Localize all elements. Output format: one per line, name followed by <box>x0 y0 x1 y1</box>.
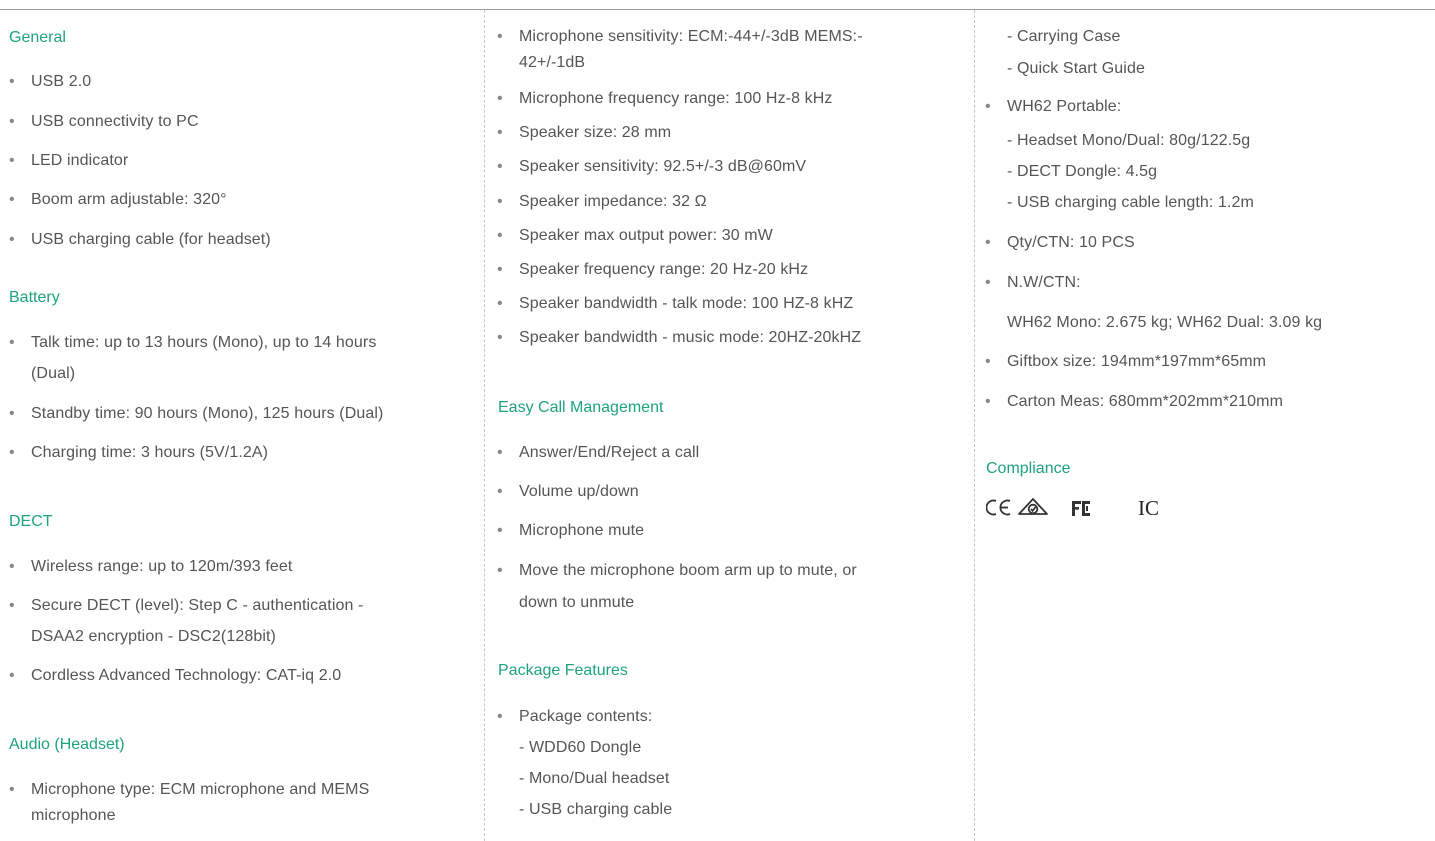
bullet: • <box>9 334 15 351</box>
bullet: • <box>497 28 503 45</box>
bullet: • <box>985 274 991 291</box>
spec-item-continuation: microphone <box>31 807 116 824</box>
spec-item-continuation: down to unmute <box>519 594 635 611</box>
compliance-marks: IC <box>985 495 1166 523</box>
sub-item: - Quick Start Guide <box>1007 60 1145 77</box>
bullet: • <box>985 353 991 370</box>
section-title-package: Package Features <box>498 662 628 679</box>
bullet: • <box>9 152 15 169</box>
bullet: • <box>9 113 15 130</box>
bullet: • <box>9 597 15 614</box>
bullet: • <box>497 444 503 461</box>
bullet: • <box>497 227 503 244</box>
bullet: • <box>9 405 15 422</box>
fcc-mark-icon <box>1072 501 1090 516</box>
sub-item: - USB charging cable length: 1.2m <box>1007 194 1254 211</box>
bullet: • <box>9 73 15 90</box>
spec-item-continuation: 42+/-1dB <box>519 54 586 71</box>
section-title-battery: Battery <box>9 289 60 306</box>
top-rule <box>0 9 1435 10</box>
sub-item: - Carrying Case <box>1007 28 1121 45</box>
section-title-audio: Audio (Headset) <box>9 736 125 753</box>
bullet: • <box>985 98 991 115</box>
bullet: • <box>497 329 503 346</box>
sub-item: - WDD60 Dongle <box>519 739 642 756</box>
bullet: • <box>9 191 15 208</box>
bullet: • <box>497 708 503 725</box>
bullet: • <box>9 558 15 575</box>
bullet: • <box>497 522 503 539</box>
column-divider <box>484 10 485 841</box>
section-title-call-management: Easy Call Management <box>498 399 664 416</box>
bullet: • <box>497 483 503 500</box>
bullet: • <box>9 444 15 461</box>
bullet: • <box>985 234 991 251</box>
section-title-dect: DECT <box>9 513 53 530</box>
spec-item-continuation: (Dual) <box>31 365 76 382</box>
column-divider <box>974 10 975 841</box>
rcm-mark-icon <box>1018 498 1048 515</box>
bullet: • <box>9 781 15 798</box>
bullet: • <box>497 193 503 210</box>
bullet: • <box>9 667 15 684</box>
bullet: • <box>497 261 503 278</box>
sub-item: - Mono/Dual headset <box>519 770 670 787</box>
sub-item: - DECT Dongle: 4.5g <box>1007 163 1158 180</box>
sub-item: - Headset Mono/Dual: 80g/122.5g <box>1007 132 1251 149</box>
ic-mark: IC <box>1138 496 1159 520</box>
spec-item-continuation: DSAA2 encryption - DSC2(128bit) <box>31 628 276 645</box>
bullet: • <box>497 295 503 312</box>
bullet: • <box>497 90 503 107</box>
sub-item: - USB charging cable <box>519 801 673 818</box>
section-title-general: General <box>9 29 66 46</box>
bullet: • <box>497 124 503 141</box>
bullet: • <box>985 393 991 410</box>
section-title-compliance: Compliance <box>986 460 1071 477</box>
ce-mark-icon <box>985 499 1011 516</box>
bullet: • <box>9 231 15 248</box>
bullet: • <box>497 562 503 579</box>
spec-item-continuation: WH62 Mono: 2.675 kg; WH62 Dual: 3.09 kg <box>1007 314 1323 331</box>
bullet: • <box>497 158 503 175</box>
